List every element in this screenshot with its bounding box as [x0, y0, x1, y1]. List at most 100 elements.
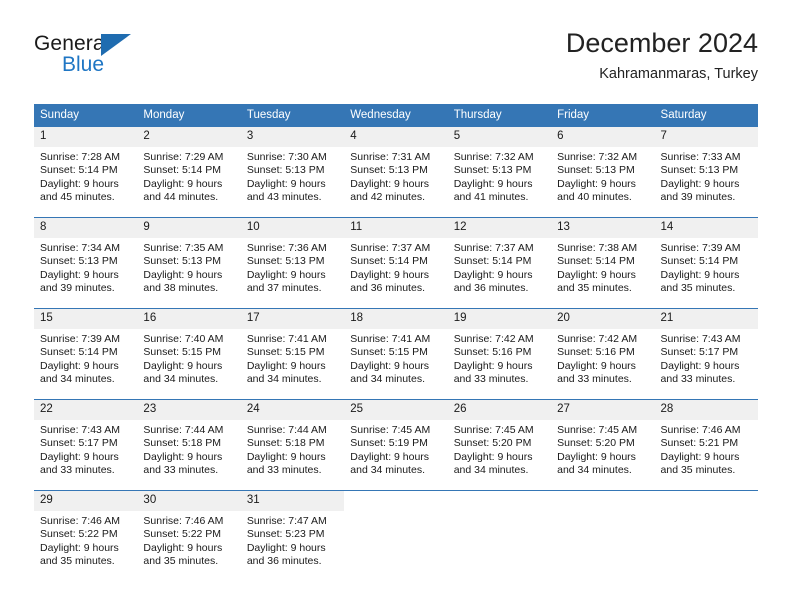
day-sun-info: Sunrise: 7:46 AM Sunset: 5:22 PM Daylight:… — [137, 511, 240, 569]
day-sun-info: Sunrise: 7:31 AM Sunset: 5:13 PM Daylight:… — [344, 147, 447, 205]
day-number: 10 — [240, 218, 345, 238]
calendar-day-cell[interactable]: 26 Sunrise: 7:45 AM Sunset: 5:20 PM Dayligh… — [447, 399, 552, 491]
day-number: 15 — [34, 309, 138, 329]
day-sunset-line: Sunset: 5:15 PM — [246, 346, 325, 359]
day-sunset-line: Sunset: 5:22 PM — [40, 528, 118, 541]
calendar-day-cell[interactable]: 6 Sunrise: 7:32 AM Sunset: 5:13 PM Daylight… — [551, 126, 655, 218]
day-sunset-line: Sunset: 5:13 PM — [143, 255, 222, 268]
calendar-day-cell[interactable]: 21 Sunrise: 7:43 AM Sunset: 5:17 PM Dayligh… — [654, 308, 758, 400]
day-sunset-line: Sunset: 5:13 PM — [350, 164, 428, 177]
day-sunrise-line: Sunrise: 7:47 AM — [246, 515, 327, 527]
day-daylight-line: and 38 minutes. — [143, 282, 219, 295]
day-sun-info: Sunrise: 7:45 AM Sunset: 5:20 PM Daylight:… — [448, 420, 551, 478]
day-sunrise-line: Sunrise: 7:39 AM — [40, 333, 120, 345]
day-daylight-line: and 35 minutes. — [660, 464, 736, 477]
calendar-day-cell[interactable]: 20 Sunrise: 7:42 AM Sunset: 5:16 PM Dayligh… — [551, 308, 655, 400]
calendar-day-cell[interactable]: 8 Sunrise: 7:34 AM Sunset: 5:13 PM Daylight… — [34, 217, 138, 309]
day-sunset-line: Sunset: 5:16 PM — [557, 346, 635, 359]
calendar-day-cell[interactable]: 5 Sunrise: 7:32 AM Sunset: 5:13 PM Daylight… — [447, 126, 552, 218]
day-daylight-line: Daylight: 9 hours — [660, 268, 740, 281]
calendar-week-row: 8 Sunrise: 7:34 AM Sunset: 5:13 PM Daylight… — [34, 217, 758, 309]
day-sunset-line: Sunset: 5:14 PM — [40, 164, 118, 177]
calendar-day-cell[interactable]: 27 Sunrise: 7:45 AM Sunset: 5:20 PM Dayligh… — [551, 399, 655, 491]
day-daylight-line: and 34 minutes. — [350, 464, 425, 477]
calendar-day-cell[interactable]: 9 Sunrise: 7:35 AM Sunset: 5:13 PM Daylight… — [137, 217, 241, 309]
day-sun-info: Sunrise: 7:44 AM Sunset: 5:18 PM Daylight:… — [137, 420, 240, 478]
day-daylight-line: and 41 minutes. — [453, 191, 529, 204]
day-daylight-line: and 42 minutes. — [350, 191, 425, 204]
day-sunset-line: Sunset: 5:13 PM — [40, 255, 118, 268]
day-daylight-line: and 34 minutes. — [453, 464, 529, 477]
day-sun-info: Sunrise: 7:28 AM Sunset: 5:14 PM Daylight:… — [34, 147, 137, 205]
day-daylight-line: Daylight: 9 hours — [143, 268, 223, 281]
calendar-day-cell[interactable]: 7 Sunrise: 7:33 AM Sunset: 5:13 PM Daylight… — [654, 126, 758, 218]
day-daylight-line: and 35 minutes. — [40, 555, 115, 568]
weekday-header-thursday: Thursday — [447, 104, 552, 127]
page-title: December 2024 — [565, 28, 758, 58]
day-daylight-line: and 33 minutes. — [557, 373, 632, 386]
day-daylight-line: and 35 minutes. — [143, 555, 219, 568]
calendar-grid: Sunday Monday Tuesday Wednesday Thursday… — [34, 104, 758, 581]
day-sunrise-line: Sunrise: 7:46 AM — [660, 424, 741, 436]
calendar-day-cell[interactable]: 10 Sunrise: 7:36 AM Sunset: 5:13 PM Dayligh… — [240, 217, 345, 309]
day-daylight-line: and 33 minutes. — [246, 464, 322, 477]
day-sunrise-line: Sunrise: 7:34 AM — [40, 242, 120, 254]
day-sunrise-line: Sunrise: 7:45 AM — [453, 424, 534, 436]
page-subtitle: Kahramanmaras, Turkey — [599, 66, 758, 82]
day-daylight-line: Daylight: 9 hours — [40, 359, 119, 372]
day-sunset-line: Sunset: 5:17 PM — [40, 437, 118, 450]
calendar-day-cell[interactable]: 11 Sunrise: 7:37 AM Sunset: 5:14 PM Dayligh… — [344, 217, 448, 309]
day-daylight-line: Daylight: 9 hours — [143, 359, 223, 372]
calendar-day-cell[interactable]: 29 Sunrise: 7:46 AM Sunset: 5:22 PM Dayligh… — [34, 490, 138, 581]
day-daylight-line: Daylight: 9 hours — [350, 268, 430, 281]
calendar-day-cell[interactable]: 24 Sunrise: 7:44 AM Sunset: 5:18 PM Dayligh… — [240, 399, 345, 491]
day-sunrise-line: Sunrise: 7:43 AM — [660, 333, 741, 345]
day-sunrise-line: Sunrise: 7:32 AM — [453, 151, 534, 163]
calendar-day-cell[interactable]: 15 Sunrise: 7:39 AM Sunset: 5:14 PM Dayligh… — [34, 308, 138, 400]
day-sun-info: Sunrise: 7:45 AM Sunset: 5:20 PM Daylight:… — [551, 420, 654, 478]
day-number: 20 — [551, 309, 655, 329]
calendar-day-cell[interactable]: 1 Sunrise: 7:28 AM Sunset: 5:14 PM Daylight… — [34, 126, 138, 218]
calendar-day-cell[interactable]: 23 Sunrise: 7:44 AM Sunset: 5:18 PM Dayligh… — [137, 399, 241, 491]
day-daylight-line: and 33 minutes. — [40, 464, 115, 477]
calendar-day-cell[interactable]: 2 Sunrise: 7:29 AM Sunset: 5:14 PM Daylight… — [137, 126, 241, 218]
calendar-day-cell[interactable]: 28 Sunrise: 7:46 AM Sunset: 5:21 PM Dayligh… — [654, 399, 758, 491]
calendar-day-cell[interactable]: 25 Sunrise: 7:45 AM Sunset: 5:19 PM Dayligh… — [344, 399, 448, 491]
day-sunset-line: Sunset: 5:14 PM — [453, 255, 532, 268]
calendar-day-cell[interactable]: 19 Sunrise: 7:42 AM Sunset: 5:16 PM Dayligh… — [447, 308, 552, 400]
calendar-day-cell[interactable]: 3 Sunrise: 7:30 AM Sunset: 5:13 PM Daylight… — [240, 126, 345, 218]
day-daylight-line: Daylight: 9 hours — [246, 541, 326, 554]
day-number: 21 — [654, 309, 758, 329]
day-sun-info: Sunrise: 7:36 AM Sunset: 5:13 PM Daylight:… — [241, 238, 344, 296]
day-sun-info: Sunrise: 7:42 AM Sunset: 5:16 PM Daylight:… — [551, 329, 654, 387]
day-sun-info: Sunrise: 7:41 AM Sunset: 5:15 PM Daylight:… — [344, 329, 447, 387]
day-number: 11 — [344, 218, 448, 238]
calendar-day-cell[interactable]: 18 Sunrise: 7:41 AM Sunset: 5:15 PM Dayligh… — [344, 308, 448, 400]
day-number — [551, 491, 655, 511]
day-daylight-line: Daylight: 9 hours — [143, 541, 223, 554]
calendar-day-cell[interactable]: 4 Sunrise: 7:31 AM Sunset: 5:13 PM Daylight… — [344, 126, 448, 218]
calendar-day-cell[interactable]: 31 Sunrise: 7:47 AM Sunset: 5:23 PM Dayligh… — [240, 490, 345, 581]
calendar-day-cell[interactable]: 17 Sunrise: 7:41 AM Sunset: 5:15 PM Dayligh… — [240, 308, 345, 400]
calendar-day-cell[interactable]: 12 Sunrise: 7:37 AM Sunset: 5:14 PM Dayligh… — [447, 217, 552, 309]
day-sunrise-line: Sunrise: 7:28 AM — [40, 151, 120, 163]
calendar-day-cell[interactable]: 16 Sunrise: 7:40 AM Sunset: 5:15 PM Dayligh… — [137, 308, 241, 400]
day-sun-info: Sunrise: 7:37 AM Sunset: 5:14 PM Daylight:… — [448, 238, 551, 296]
calendar-day-cell[interactable]: 22 Sunrise: 7:43 AM Sunset: 5:17 PM Dayligh… — [34, 399, 138, 491]
day-daylight-line: Daylight: 9 hours — [350, 359, 430, 372]
day-daylight-line: and 36 minutes. — [246, 555, 322, 568]
day-sunrise-line: Sunrise: 7:31 AM — [350, 151, 431, 163]
day-daylight-line: and 36 minutes. — [350, 282, 425, 295]
day-sun-info: Sunrise: 7:39 AM Sunset: 5:14 PM Daylight:… — [34, 329, 137, 387]
day-sunrise-line: Sunrise: 7:33 AM — [660, 151, 741, 163]
day-daylight-line: Daylight: 9 hours — [557, 450, 636, 463]
day-sunrise-line: Sunrise: 7:45 AM — [350, 424, 431, 436]
calendar-day-cell-empty — [551, 490, 655, 581]
day-daylight-line: and 34 minutes. — [40, 373, 115, 386]
calendar-day-cell[interactable]: 14 Sunrise: 7:39 AM Sunset: 5:14 PM Dayligh… — [654, 217, 758, 309]
day-number: 5 — [447, 127, 552, 147]
day-sun-info: Sunrise: 7:46 AM Sunset: 5:22 PM Daylight:… — [34, 511, 137, 569]
day-number: 1 — [34, 127, 138, 147]
calendar-day-cell[interactable]: 30 Sunrise: 7:46 AM Sunset: 5:22 PM Dayligh… — [137, 490, 241, 581]
calendar-day-cell[interactable]: 13 Sunrise: 7:38 AM Sunset: 5:14 PM Dayligh… — [551, 217, 655, 309]
